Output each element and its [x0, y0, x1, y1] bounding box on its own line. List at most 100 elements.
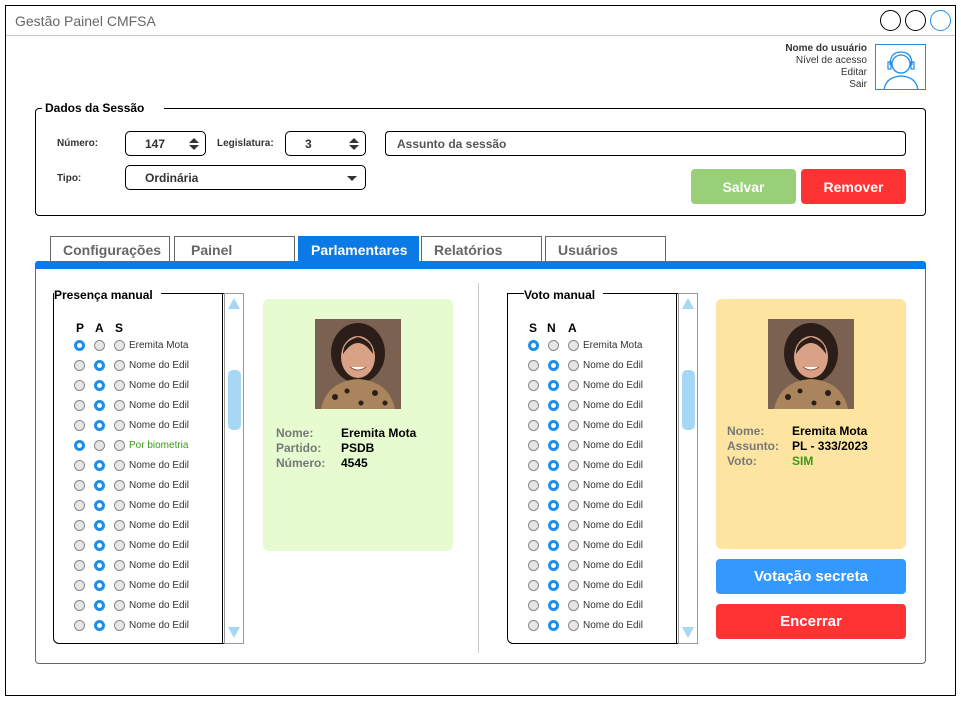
- radio-option[interactable]: [94, 340, 105, 351]
- radio-option[interactable]: [94, 400, 105, 411]
- radio-option[interactable]: [528, 420, 539, 431]
- radio-option[interactable]: [114, 600, 125, 611]
- radio-option[interactable]: [94, 380, 105, 391]
- radio-option[interactable]: [528, 540, 539, 551]
- radio-option[interactable]: [548, 460, 559, 471]
- radio-option[interactable]: [74, 520, 85, 531]
- radio-option[interactable]: [114, 440, 125, 451]
- radio-option[interactable]: [528, 380, 539, 391]
- tab-configuracoes[interactable]: Configurações: [50, 236, 170, 262]
- scroll-down-icon[interactable]: [228, 627, 240, 638]
- radio-option[interactable]: [114, 380, 125, 391]
- radio-option[interactable]: [568, 400, 579, 411]
- radio-option[interactable]: [528, 500, 539, 511]
- radio-option[interactable]: [548, 500, 559, 511]
- save-button[interactable]: Salvar: [691, 169, 796, 204]
- radio-option[interactable]: [74, 500, 85, 511]
- radio-option[interactable]: [94, 460, 105, 471]
- radio-option[interactable]: [568, 360, 579, 371]
- radio-option[interactable]: [114, 400, 125, 411]
- tab-painel[interactable]: Painel: [174, 236, 295, 262]
- radio-option[interactable]: [74, 400, 85, 411]
- radio-option[interactable]: [528, 400, 539, 411]
- radio-option[interactable]: [74, 480, 85, 491]
- radio-option[interactable]: [548, 380, 559, 391]
- radio-option[interactable]: [74, 420, 85, 431]
- radio-option[interactable]: [94, 600, 105, 611]
- radio-option[interactable]: [94, 540, 105, 551]
- tab-relatorios[interactable]: Relatórios: [421, 236, 542, 262]
- radio-option[interactable]: [74, 440, 85, 451]
- radio-option[interactable]: [568, 380, 579, 391]
- radio-option[interactable]: [568, 480, 579, 491]
- radio-option[interactable]: [528, 560, 539, 571]
- radio-option[interactable]: [568, 560, 579, 571]
- radio-option[interactable]: [568, 600, 579, 611]
- minimize-button[interactable]: [880, 10, 901, 31]
- scroll-thumb[interactable]: [682, 370, 695, 430]
- radio-option[interactable]: [114, 540, 125, 551]
- radio-option[interactable]: [114, 520, 125, 531]
- radio-option[interactable]: [74, 340, 85, 351]
- scroll-up-icon[interactable]: [682, 298, 694, 309]
- spinner-arrows-icon[interactable]: [349, 138, 359, 150]
- radio-option[interactable]: [74, 540, 85, 551]
- radio-option[interactable]: [528, 600, 539, 611]
- secret-vote-button[interactable]: Votação secreta: [716, 559, 906, 594]
- radio-option[interactable]: [528, 580, 539, 591]
- radio-option[interactable]: [548, 400, 559, 411]
- radio-option[interactable]: [114, 620, 125, 631]
- radio-option[interactable]: [528, 440, 539, 451]
- radio-option[interactable]: [568, 420, 579, 431]
- radio-option[interactable]: [528, 480, 539, 491]
- user-avatar-icon[interactable]: [875, 44, 926, 90]
- spinner-arrows-icon[interactable]: [189, 138, 199, 150]
- scroll-up-icon[interactable]: [228, 298, 240, 309]
- radio-option[interactable]: [114, 420, 125, 431]
- scroll-thumb[interactable]: [228, 370, 241, 430]
- scroll-down-icon[interactable]: [682, 627, 694, 638]
- radio-option[interactable]: [548, 440, 559, 451]
- radio-option[interactable]: [568, 620, 579, 631]
- radio-option[interactable]: [74, 380, 85, 391]
- radio-option[interactable]: [528, 620, 539, 631]
- radio-option[interactable]: [74, 580, 85, 591]
- assunto-input[interactable]: Assunto da sessão: [385, 131, 906, 156]
- radio-option[interactable]: [94, 560, 105, 571]
- radio-option[interactable]: [568, 460, 579, 471]
- radio-option[interactable]: [114, 460, 125, 471]
- radio-option[interactable]: [528, 340, 539, 351]
- radio-option[interactable]: [94, 440, 105, 451]
- radio-option[interactable]: [548, 360, 559, 371]
- radio-option[interactable]: [114, 340, 125, 351]
- radio-option[interactable]: [114, 500, 125, 511]
- radio-option[interactable]: [94, 480, 105, 491]
- remove-button[interactable]: Remover: [801, 169, 906, 204]
- radio-option[interactable]: [74, 560, 85, 571]
- radio-option[interactable]: [74, 460, 85, 471]
- radio-option[interactable]: [548, 540, 559, 551]
- radio-option[interactable]: [114, 360, 125, 371]
- radio-option[interactable]: [528, 460, 539, 471]
- radio-option[interactable]: [528, 520, 539, 531]
- radio-option[interactable]: [114, 560, 125, 571]
- radio-option[interactable]: [94, 360, 105, 371]
- radio-option[interactable]: [94, 420, 105, 431]
- edit-profile-link[interactable]: Editar: [785, 67, 867, 79]
- radio-option[interactable]: [74, 600, 85, 611]
- radio-option[interactable]: [114, 480, 125, 491]
- radio-option[interactable]: [568, 500, 579, 511]
- radio-option[interactable]: [548, 560, 559, 571]
- close-button[interactable]: [930, 10, 951, 31]
- numero-stepper[interactable]: 147: [125, 131, 206, 156]
- radio-option[interactable]: [568, 440, 579, 451]
- radio-option[interactable]: [568, 520, 579, 531]
- radio-option[interactable]: [114, 580, 125, 591]
- radio-option[interactable]: [548, 580, 559, 591]
- radio-option[interactable]: [74, 360, 85, 371]
- radio-option[interactable]: [94, 620, 105, 631]
- legislatura-stepper[interactable]: 3: [285, 131, 366, 156]
- maximize-button[interactable]: [905, 10, 926, 31]
- tab-usuarios[interactable]: Usuários: [545, 236, 666, 262]
- radio-option[interactable]: [528, 360, 539, 371]
